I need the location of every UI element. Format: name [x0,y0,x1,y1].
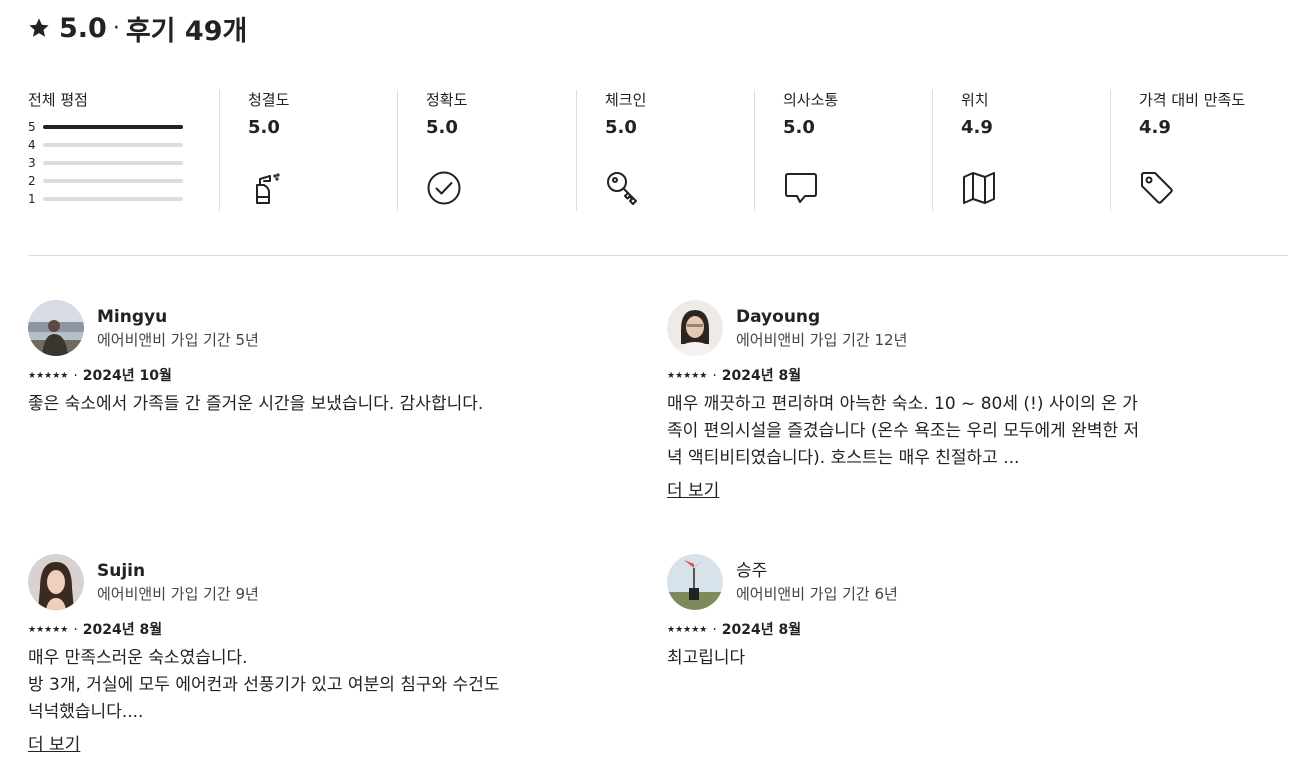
review-card: Dayoung 에어비앤비 가입 기간 12년 ★★★★★ · 2024년 8월… [667,300,1157,502]
category-cleanliness: 청결도 5.0 [219,90,397,211]
category-value: 5.0 [248,117,280,138]
bar-label: 5 [28,120,36,134]
category-title: 정확도 [426,91,468,109]
reviewer-info: Sujin 에어비앤비 가입 기간 9년 [97,560,259,604]
separator-dot: · [112,15,120,41]
bar-label: 3 [28,156,36,170]
category-ratings: 전체 평점 5 4 3 2 1 청결도 5.0 정확도 5.0 체크인 5.0 … [28,90,1288,211]
tag-icon [1139,170,1175,206]
overall-rating-breakdown: 전체 평점 5 4 3 2 1 [28,90,219,211]
review-text: 매우 깨끗하고 편리하며 아늑한 숙소. 10 ~ 80세 (!) 사이의 온 … [667,394,1140,468]
overall-rating: 5.0 [59,12,107,44]
review-stars: ★★★★★ [28,625,69,635]
review-stars: ★★★★★ [667,371,708,381]
bar-track [43,125,183,129]
bar-track [43,143,183,147]
meta-separator: · [73,368,78,384]
show-more-link[interactable]: 더 보기 [28,734,80,756]
review-stars: ★★★★★ [28,371,69,381]
category-value: 5.0 [605,117,637,138]
category-title: 위치 [961,91,989,109]
avatar[interactable] [28,300,84,356]
map-icon [961,170,997,206]
review-meta: ★★★★★ · 2024년 8월 [28,620,518,640]
reviewer-name[interactable]: Mingyu [97,306,259,328]
check-circle-icon [426,170,462,206]
review-card: Sujin 에어비앤비 가입 기간 9년 ★★★★★ · 2024년 8월 매우… [28,554,518,756]
category-title: 청결도 [248,91,290,109]
reviewer-name[interactable]: 승주 [736,560,898,582]
avatar[interactable] [667,554,723,610]
review-count: 후기 49개 [125,15,248,47]
category-location: 위치 4.9 [932,90,1110,211]
meta-separator: · [73,622,78,638]
key-icon [605,170,641,206]
category-value: 4.9 [1139,117,1171,138]
reviewer-membership: 에어비앤비 가입 기간 6년 [736,585,898,603]
rating-bar-row: 5 [28,118,219,136]
section-divider [28,255,1288,256]
category-value: 4.9 [961,117,993,138]
reviews-header: 5.0 · 후기 49개 [28,10,248,47]
category-value-for-money: 가격 대비 만족도 4.9 [1110,90,1288,211]
review-card: Mingyu 에어비앤비 가입 기간 5년 ★★★★★ · 2024년 10월 … [28,300,518,418]
bar-track [43,179,183,183]
review-text: 좋은 숙소에서 가족들 간 즐거운 시간을 보냈습니다. 감사합니다. [28,394,484,414]
category-title: 가격 대비 만족도 [1139,91,1246,109]
bar-track [43,161,183,165]
rating-bar-row: 1 [28,190,219,208]
category-checkin: 체크인 5.0 [576,90,754,211]
category-title: 의사소통 [783,91,839,109]
review-card: 승주 에어비앤비 가입 기간 6년 ★★★★★ · 2024년 8월 최고립니다 [667,554,1157,672]
reviewer-header: Mingyu 에어비앤비 가입 기간 5년 [28,300,518,356]
bar-fill [43,125,183,129]
avatar[interactable] [28,554,84,610]
category-value: 5.0 [426,117,458,138]
review-date: 2024년 10월 [82,368,172,384]
reviewer-membership: 에어비앤비 가입 기간 9년 [97,585,259,603]
category-title: 체크인 [605,91,647,109]
reviewer-name[interactable]: Sujin [97,560,259,582]
rating-bar-row: 4 [28,136,219,154]
bar-label: 4 [28,138,36,152]
category-value: 5.0 [783,117,815,138]
review-date: 2024년 8월 [721,622,802,638]
bar-label: 1 [28,192,36,206]
bar-track [43,197,183,201]
review-text: 최고립니다 [667,648,746,668]
show-more-link[interactable]: 더 보기 [667,480,719,502]
overall-title: 전체 평점 [28,91,88,109]
category-accuracy: 정확도 5.0 [397,90,576,211]
reviewer-info: Mingyu 에어비앤비 가입 기간 5년 [97,306,259,350]
reviewer-membership: 에어비앤비 가입 기간 12년 [736,331,908,349]
avatar[interactable] [667,300,723,356]
reviewer-header: Sujin 에어비앤비 가입 기간 9년 [28,554,518,610]
reviewer-header: Dayoung 에어비앤비 가입 기간 12년 [667,300,1157,356]
reviewer-header: 승주 에어비앤비 가입 기간 6년 [667,554,1157,610]
reviewer-membership: 에어비앤비 가입 기간 5년 [97,331,259,349]
review-meta: ★★★★★ · 2024년 8월 [667,366,1157,386]
reviewer-name[interactable]: Dayoung [736,306,907,328]
rating-bar-row: 2 [28,172,219,190]
meta-separator: · [712,622,717,638]
category-communication: 의사소통 5.0 [754,90,932,211]
chat-bubble-icon [783,170,819,206]
star-icon [29,18,49,37]
spray-bottle-icon [248,170,284,206]
rating-bars: 5 4 3 2 1 [28,118,219,208]
reviewer-info: 승주 에어비앤비 가입 기간 6년 [736,560,898,604]
review-date: 2024년 8월 [82,622,163,638]
bar-label: 2 [28,174,36,188]
reviewer-info: Dayoung 에어비앤비 가입 기간 12년 [736,306,907,350]
review-date: 2024년 8월 [721,368,802,384]
review-text: 매우 만족스러운 숙소였습니다. 방 3개, 거실에 모두 에어컨과 선풍기가 … [28,648,500,722]
review-meta: ★★★★★ · 2024년 8월 [667,620,1157,640]
review-stars: ★★★★★ [667,625,708,635]
meta-separator: · [712,368,717,384]
review-meta: ★★★★★ · 2024년 10월 [28,366,518,386]
rating-bar-row: 3 [28,154,219,172]
